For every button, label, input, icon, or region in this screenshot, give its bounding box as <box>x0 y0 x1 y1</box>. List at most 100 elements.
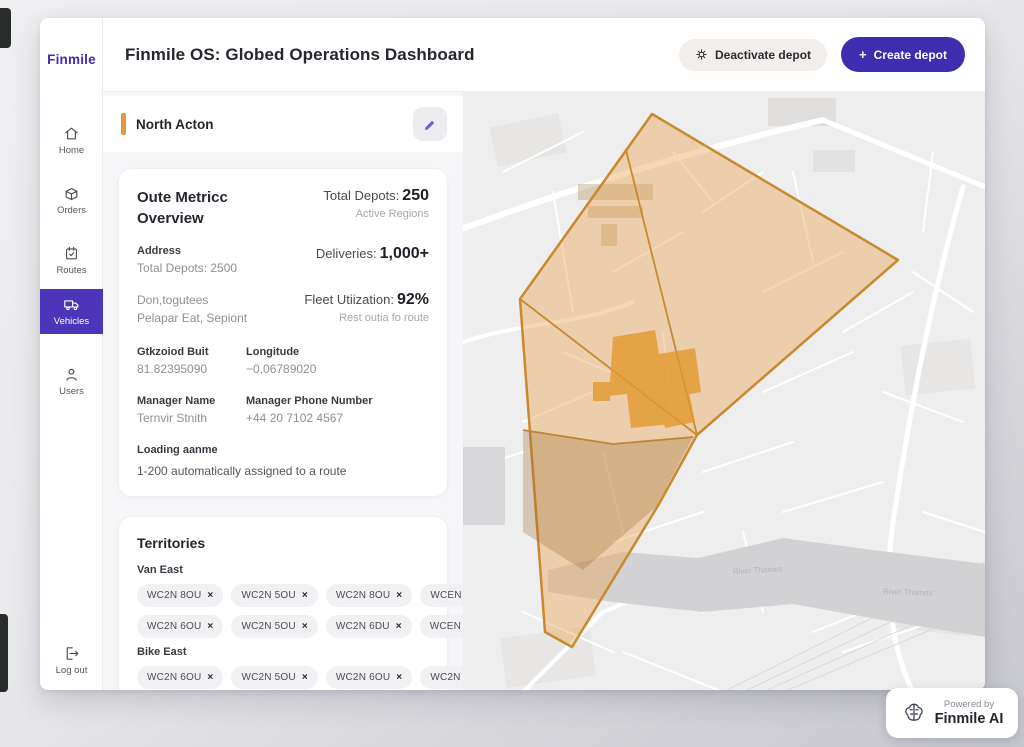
longitude-label: Longitude <box>246 346 429 358</box>
territories-title: Territories <box>137 535 429 551</box>
routes-icon <box>63 245 80 262</box>
territory-chip-label: WC2N 5OU <box>241 621 295 632</box>
manager-name-label: Manager Name <box>137 395 232 407</box>
loading-label: Loading aanme <box>137 444 429 456</box>
gear-icon <box>695 48 708 61</box>
chip-remove-icon[interactable]: × <box>396 590 402 601</box>
loading-value: 1-200 automatically assigned to a route <box>137 464 429 478</box>
sidebar-item-vehicles[interactable]: Vehicles <box>40 289 103 334</box>
stat-value: 250 <box>402 187 429 204</box>
territory-chip-label: WC2N 6DU <box>336 621 390 632</box>
stat-label: Fleet Utiization: <box>304 292 394 307</box>
map-gray-area <box>463 447 505 525</box>
address-block: Address Total Depots: 2500 <box>137 245 294 275</box>
logout-button[interactable]: Log out <box>40 645 103 676</box>
finmile-ai-text: Finmile AI <box>935 711 1004 727</box>
longitude-value: −0,06789020 <box>246 362 429 376</box>
map-canvas[interactable]: River Thames River Thames <box>463 92 985 690</box>
loading-row: Loading aanme 1-200 automatically assign… <box>137 444 429 478</box>
logout-label: Log out <box>56 665 88 676</box>
page-title: Finmile OS: Globed Operations Dashboard <box>125 45 475 65</box>
latitude-value: 81.82395090 <box>137 362 232 376</box>
chip-remove-icon[interactable]: × <box>396 621 402 632</box>
chip-remove-icon[interactable]: × <box>207 672 213 683</box>
territory-chip[interactable]: WC2N 5OU × <box>231 666 317 689</box>
territory-chip[interactable]: WC2N 6OU × <box>326 666 412 689</box>
territory-chip[interactable]: WC2N 6OU × <box>137 615 223 638</box>
stat-value: 1,000+ <box>380 245 429 262</box>
chip-remove-icon[interactable]: × <box>207 621 213 632</box>
finmile-logo: Finmile <box>40 52 103 67</box>
depot-name: North Acton <box>136 117 214 132</box>
manager-row: Manager Name Ternvir Stnith Manager Phon… <box>137 395 429 425</box>
territory-chip[interactable]: WC2N 8OU× <box>326 584 412 607</box>
address-label: Address <box>137 245 294 257</box>
header-bar: Finmile OS: Globed Operations Dashboard … <box>103 18 985 92</box>
sidebar: Finmile Home Orders Routes Vehicles Users Lo… <box>40 18 103 690</box>
sidebar-item-routes[interactable]: Routes <box>40 238 103 283</box>
sidebar-item-label: Vehicles <box>54 316 89 327</box>
territory-chip[interactable]: WC2N 6OU × <box>137 666 223 689</box>
manager-phone-value: +44 20 7102 4567 <box>246 411 429 425</box>
stat-label: Total Depots: <box>323 188 399 203</box>
home-icon <box>63 125 80 142</box>
depot-detail-panel: North Acton Oute Metricc Overview Total … <box>103 92 463 690</box>
metrics-title: Oute Metricc Overview <box>137 187 272 229</box>
chip-remove-icon[interactable]: × <box>302 621 308 632</box>
users-icon <box>63 366 80 383</box>
stat-value: 92% <box>397 291 429 308</box>
chip-remove-icon[interactable]: × <box>207 590 213 601</box>
address-line3: Pelapar Eat, Sepiont <box>137 309 294 327</box>
edit-depot-button[interactable] <box>413 107 447 141</box>
territory-chip-label: WC2N 6OU <box>147 621 201 632</box>
sidebar-item-label: Home <box>59 145 84 156</box>
manager-name-value: Ternvir Stnith <box>137 411 232 425</box>
territory-chip-label: WC2N 6OU <box>336 672 390 683</box>
territory-chip-label: WC2N 8OU <box>147 590 201 601</box>
territory-chip-label: WCEN 5OU <box>430 590 463 601</box>
territory-chip[interactable]: WC2N 5OU × <box>231 615 317 638</box>
territory-group-label: Bike East <box>137 646 429 658</box>
territory-chip-row: WC2N 6OU×WC2N 5OU×WC2N 6DU×WCEN 5OU× <box>137 615 429 638</box>
sidebar-item-orders[interactable]: Orders <box>40 178 103 223</box>
powered-by-text: Powered by <box>944 699 994 710</box>
territory-chip[interactable]: WC2N 5OU × <box>231 584 317 607</box>
territory-chip-row: WC2N 6OU×WC2N 5OU×WC2N 6OU×WC2N 8OU× <box>137 666 429 689</box>
app-window: Finmile Home Orders Routes Vehicles Users Lo… <box>40 18 985 690</box>
territory-chip[interactable]: WCEN 5OU× <box>420 615 463 638</box>
powered-by-badge: Powered by Finmile AI <box>886 688 1018 738</box>
background-window-fragment-bottom <box>0 614 8 692</box>
logout-icon <box>63 645 80 662</box>
vehicles-icon <box>63 296 80 313</box>
territory-chip[interactable]: WC2N 8OU× <box>420 666 463 689</box>
stat-sub: Active Regions <box>304 208 429 220</box>
sidebar-item-label: Orders <box>57 205 86 216</box>
depot-color-marker <box>121 113 126 135</box>
territory-chip-label: WC2N 5OU <box>241 590 295 601</box>
address-value: Total Depots: 2500 <box>137 261 294 275</box>
territory-chip-label: WC2N 5OU <box>241 672 295 683</box>
territory-chip-label: WCEN 5OU <box>430 621 463 632</box>
create-depot-button[interactable]: + Create depot <box>841 37 965 72</box>
territory-chip-label: WC2N 6OU <box>147 672 201 683</box>
sidebar-item-users[interactable]: Users <box>40 359 103 404</box>
chip-remove-icon[interactable]: × <box>302 590 308 601</box>
stat-fleet-utilization: Fleet Utiization:92% Rest outia fo route <box>304 291 429 324</box>
brain-icon <box>901 700 927 726</box>
pencil-icon <box>423 117 438 132</box>
territory-group-label: Van East <box>137 564 429 576</box>
deactivate-depot-label: Deactivate depot <box>715 48 811 62</box>
territories-card: Territories Van EastWC2N 8OU×WC2N 5OU×WC… <box>118 516 448 690</box>
territory-chip-label: WC2N 8OU <box>430 672 463 683</box>
territory-chip[interactable]: WC2N 8OU × <box>137 584 223 607</box>
deactivate-depot-button[interactable]: Deactivate depot <box>679 39 827 71</box>
latlong-row: Gtkzoiod Buit 81.82395090 Longitude −0,0… <box>137 346 429 376</box>
chip-remove-icon[interactable]: × <box>396 672 402 683</box>
territory-chip[interactable]: WC2N 6DU × <box>326 615 412 638</box>
territory-chip[interactable]: WCEN 5OU× <box>420 584 463 607</box>
stat-total-depots: Total Depots:250 Active Regions <box>304 187 429 220</box>
sidebar-item-home[interactable]: Home <box>40 118 103 163</box>
chip-remove-icon[interactable]: × <box>302 672 308 683</box>
depot-header-row: North Acton <box>103 96 463 152</box>
orders-icon <box>63 185 80 202</box>
